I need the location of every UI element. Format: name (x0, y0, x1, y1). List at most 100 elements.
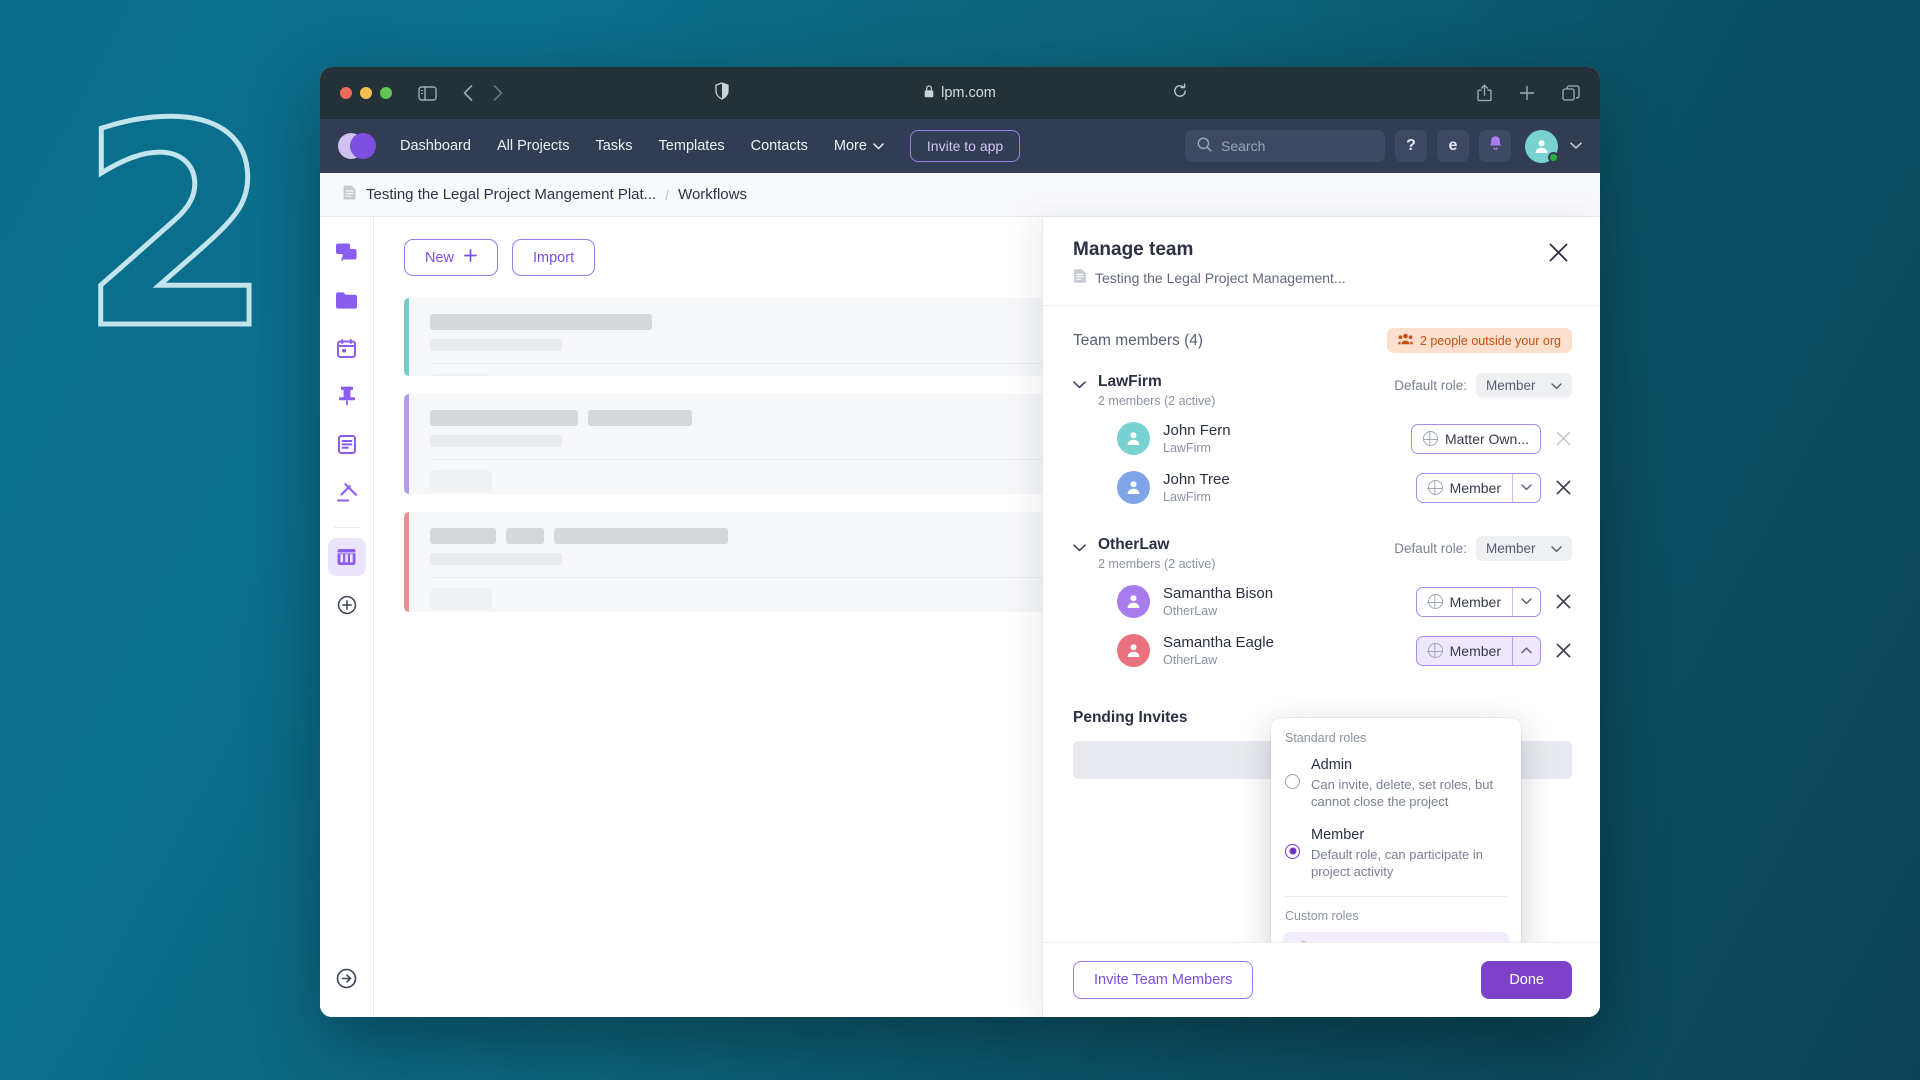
close-window-button[interactable] (340, 87, 352, 99)
member-actions: Matter Own... (1410, 423, 1572, 454)
avatar (1117, 422, 1150, 455)
nav-item-templates[interactable]: Templates (659, 138, 725, 154)
rail-item-notes-icon[interactable] (328, 425, 366, 463)
document-icon (342, 184, 357, 206)
browser-navigation[interactable] (463, 85, 503, 101)
role-option-name: Member (1311, 826, 1365, 843)
browser-window: lpm.com Dashboard All Projects Tasks Tem… (320, 67, 1600, 1017)
remove-member-icon[interactable] (1554, 594, 1572, 609)
nav-item-tasks[interactable]: Tasks (595, 138, 632, 154)
chevron-down-icon[interactable] (1073, 376, 1086, 394)
globe-icon (1422, 431, 1439, 446)
avatar (1117, 634, 1150, 667)
forward-arrow-icon[interactable] (493, 85, 503, 101)
member-role-select[interactable]: Member (1415, 586, 1541, 617)
rail-item-board-icon[interactable] (327, 538, 366, 576)
window-traffic-lights[interactable] (340, 87, 392, 99)
shield-icon[interactable] (715, 81, 729, 105)
address-bar[interactable]: lpm.com (924, 84, 996, 102)
team-member-row: John Tree LawFirm Member (1073, 463, 1572, 512)
step-number-overlay: 2 (76, 65, 276, 391)
extension-button[interactable]: e (1437, 130, 1469, 162)
org-group-meta: 2 members (2 active) (1098, 557, 1216, 571)
chevron-down-icon (1551, 541, 1562, 556)
remove-member-icon[interactable] (1554, 643, 1572, 658)
chevron-down-icon[interactable] (1512, 587, 1540, 616)
member-role-value: Matter Own... (1444, 430, 1529, 447)
done-button[interactable]: Done (1481, 961, 1572, 999)
nav-item-more[interactable]: More (834, 138, 884, 154)
invite-to-app-button[interactable]: Invite to app (909, 130, 1021, 162)
sidebar-toggle-icon[interactable] (418, 85, 437, 101)
nav-item-all-projects[interactable]: All Projects (497, 138, 570, 154)
presence-indicator (1548, 151, 1559, 163)
nav-item-dashboard[interactable]: Dashboard (400, 138, 471, 154)
nav-item-contacts[interactable]: Contacts (751, 138, 808, 154)
rail-item-add-circle-icon[interactable] (328, 586, 366, 624)
member-role-select[interactable]: Matter Own... (1410, 423, 1541, 454)
remove-member-icon[interactable] (1554, 480, 1572, 495)
breadcrumb-project[interactable]: Testing the Legal Project Mangement Plat… (366, 186, 656, 203)
default-role-select[interactable]: Member (1476, 536, 1572, 561)
notifications-button[interactable] (1479, 130, 1511, 162)
rail-item-chat-icon[interactable] (328, 233, 366, 271)
user-avatar[interactable] (1525, 129, 1559, 163)
rail-item-gavel-icon[interactable] (328, 473, 366, 511)
org-group-name[interactable]: OtherLaw (1098, 536, 1215, 554)
add-new-role-button[interactable]: Add new role (1283, 931, 1509, 942)
org-group-name[interactable]: LawFirm (1098, 373, 1215, 391)
chevron-up-icon[interactable] (1512, 636, 1540, 665)
document-icon (1073, 268, 1087, 287)
default-role-select[interactable]: Member (1476, 373, 1572, 398)
member-name: John Fern (1163, 422, 1231, 439)
plus-icon[interactable] (1519, 85, 1535, 101)
left-icon-rail (320, 217, 374, 1017)
manage-team-panel: Manage team Testing the Legal Project Ma… (1042, 217, 1600, 1017)
panel-header: Manage team Testing the Legal Project Ma… (1043, 217, 1600, 306)
reload-icon[interactable] (1172, 83, 1188, 104)
app-navigation-bar: Dashboard All Projects Tasks Templates C… (320, 119, 1600, 173)
member-info: Samantha Bison OtherLaw (1163, 585, 1273, 618)
app-logo[interactable] (338, 133, 378, 159)
help-button[interactable]: ? (1395, 130, 1427, 162)
chevron-down-icon[interactable] (1512, 473, 1540, 502)
member-org: OtherLaw (1163, 604, 1218, 618)
lock-icon (924, 84, 934, 102)
rail-item-calendar-icon[interactable] (328, 329, 366, 367)
new-button[interactable]: New (404, 239, 499, 276)
rail-collapse-arrow-icon[interactable] (328, 959, 366, 997)
zoom-window-button[interactable] (380, 87, 392, 99)
team-members-header: Team members (4) 2 people outside your o… (1073, 328, 1572, 353)
default-role-value: Member (1486, 541, 1536, 556)
radio-unchecked-icon[interactable] (1285, 774, 1300, 789)
member-role-select-open[interactable]: Member (1415, 635, 1541, 666)
share-icon[interactable] (1477, 84, 1492, 102)
role-option-admin[interactable]: Admin Can invite, delete, set roles, but… (1271, 754, 1521, 824)
chevron-down-icon (1551, 378, 1562, 393)
nav-label: Dashboard (400, 138, 471, 154)
panel-body: Team members (4) 2 people outside your o… (1043, 306, 1600, 942)
member-name: Samantha Bison (1163, 585, 1274, 602)
profile-chevron-down-icon[interactable] (1570, 137, 1582, 155)
rail-divider (333, 527, 360, 528)
chevron-down-icon (873, 138, 884, 154)
role-option-name: Admin (1311, 757, 1353, 773)
browser-toolbar: lpm.com (320, 67, 1600, 119)
minimize-window-button[interactable] (360, 87, 372, 99)
tab-overview-icon[interactable] (1562, 84, 1580, 102)
role-option-member[interactable]: Member Default role, can participate in … (1271, 824, 1521, 894)
member-role-select[interactable]: Member (1415, 472, 1541, 503)
chevron-down-icon[interactable] (1073, 539, 1086, 557)
import-button[interactable]: Import (512, 239, 596, 276)
member-actions: Member (1415, 586, 1572, 617)
close-icon[interactable] (1545, 239, 1572, 271)
team-members-count-label: Team members (4) (1073, 331, 1204, 349)
radio-checked-icon[interactable] (1285, 843, 1300, 859)
status-badge: 2 people outside your org (1386, 328, 1572, 353)
search-input[interactable]: Search (1185, 130, 1385, 162)
invite-team-members-button[interactable]: Invite Team Members (1073, 961, 1254, 999)
rail-item-pin-icon[interactable] (328, 377, 366, 415)
back-arrow-icon[interactable] (463, 85, 473, 101)
rail-item-folder-icon[interactable] (328, 281, 366, 319)
breadcrumb-current[interactable]: Workflows (678, 186, 747, 203)
